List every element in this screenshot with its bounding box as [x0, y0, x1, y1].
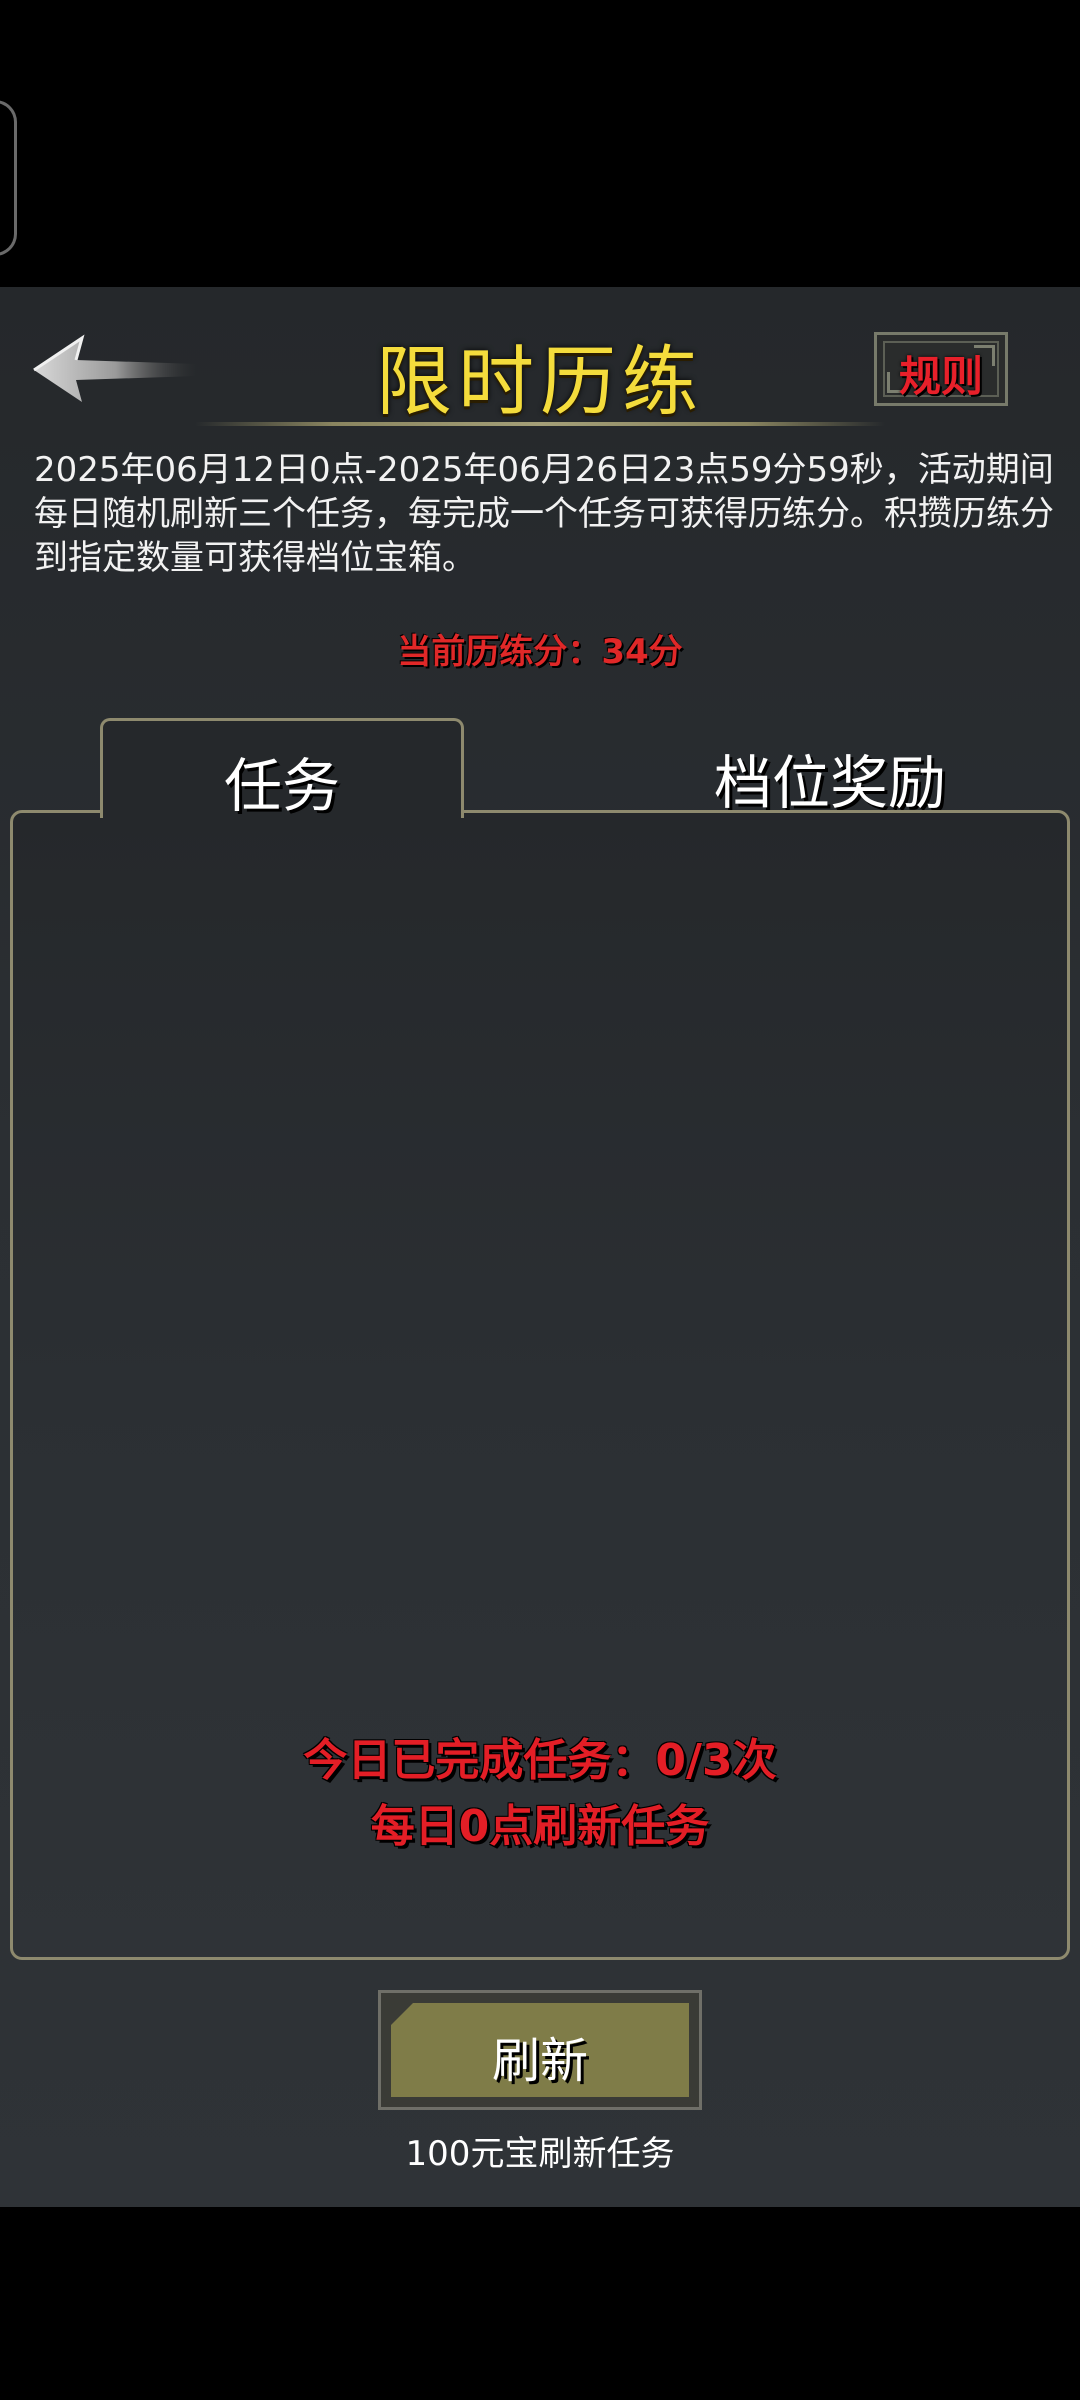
refresh-cost-text: 100元宝刷新任务 [405, 2134, 675, 2174]
bottom-area [0, 2207, 1080, 2400]
tab-tasks-label: 任务 [223, 752, 340, 820]
refresh-button-label: 刷新 [491, 2033, 588, 2089]
tab-tier-rewards-label: 档位奖励 [713, 749, 946, 817]
tasks-completed-status: 今日已完成任务：0/3次 [303, 1735, 777, 1786]
rules-button[interactable]: 规则 [874, 332, 1008, 406]
activity-description: 2025年06月12日0点-2025年06月26日23点59分59秒，活动期间每… [34, 450, 1054, 578]
title-divider [195, 422, 885, 426]
refresh-button[interactable]: 刷新 [378, 1990, 702, 2110]
current-score: 当前历练分：34分 [397, 632, 683, 672]
screen-edge-decoration [0, 100, 17, 256]
task-refresh-hint: 每日0点刷新任务 [370, 1801, 710, 1852]
status-bar-area [0, 0, 1080, 287]
tab-tasks[interactable]: 任务 [100, 718, 464, 820]
tab-tier-rewards[interactable]: 档位奖励 [600, 718, 1060, 818]
rules-button-label: 规则 [898, 352, 983, 401]
